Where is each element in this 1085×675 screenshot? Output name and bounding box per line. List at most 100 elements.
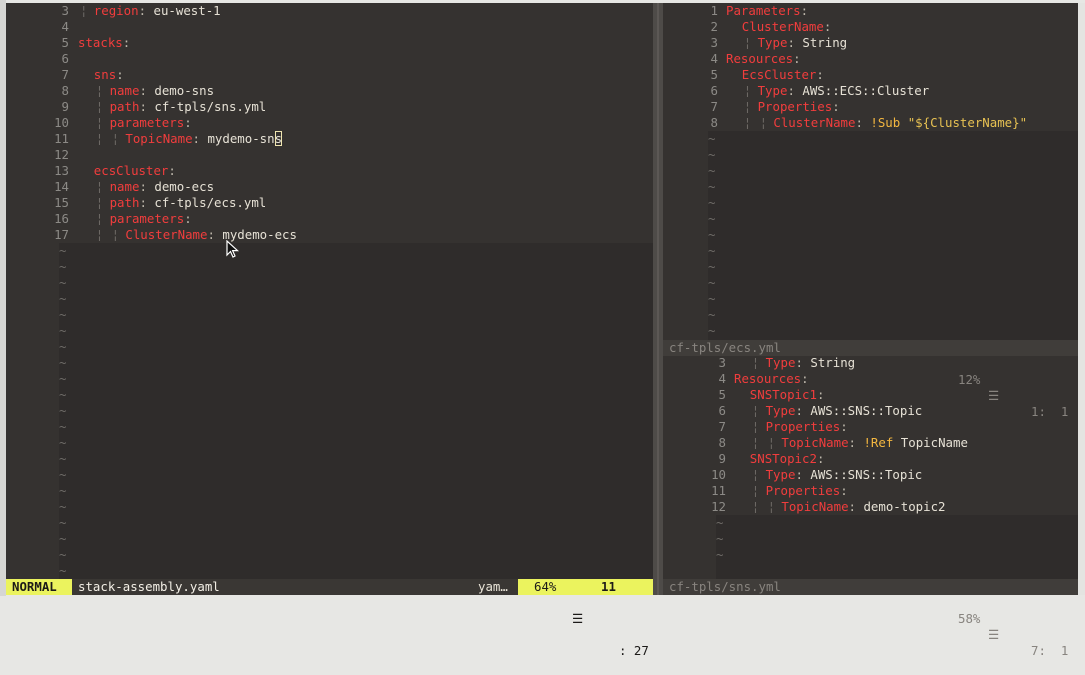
line-number: 7 <box>61 67 69 82</box>
indent-guide: ¦ <box>95 131 104 146</box>
line-number: 2 <box>710 19 718 34</box>
indent-guide: ¦ <box>751 499 760 514</box>
editor-pane-sns[interactable]: 3 Type: String ¦ 4 Resources: 5 SNSTopic1: 6 Typ… <box>663 355 1078 579</box>
empty-line-marker: ~ <box>708 211 716 226</box>
empty-line-marker: ~ <box>59 403 67 418</box>
code-line[interactable]: 4 <box>6 19 653 35</box>
terminal-window: 3 region: eu-west-1 ¦ 4 5 stacks: 6 7 sns: 8 name:… <box>0 0 1085 658</box>
indent-guide: ¦ <box>767 499 776 514</box>
status-percent: 64% <box>534 579 557 594</box>
code-line[interactable]: 3 Type: String ¦ <box>663 355 1078 371</box>
empty-line-marker: ~ <box>59 515 67 530</box>
empty-line-marker: ~ <box>59 419 67 434</box>
code-line[interactable]: 10 parameters: ¦ <box>6 115 653 131</box>
indent-guide: ¦ <box>767 435 776 450</box>
code-text: region: eu-west-1 <box>93 3 221 18</box>
line-number: 4 <box>710 51 718 66</box>
code-line[interactable]: 9 SNSTopic2: <box>663 451 1078 467</box>
code-text: ecsCluster: <box>93 163 176 178</box>
empty-line-marker: ~ <box>708 243 716 258</box>
editor-pane-ecs[interactable]: 1 Parameters: 2 ClusterName: 3 Type: String ¦ 4… <box>663 3 1078 340</box>
line-number: 10 <box>711 467 726 482</box>
line-number: 7 <box>710 99 718 114</box>
empty-line-marker: ~ <box>59 563 67 578</box>
code-text: name: demo-sns <box>109 83 215 98</box>
line-number: 3 <box>61 3 69 18</box>
empty-line-marker: ~ <box>59 339 67 354</box>
empty-line-marker: ~ <box>708 147 716 162</box>
code-line[interactable]: 10 Type: AWS::SNS::Topic ¦ <box>663 467 1078 483</box>
code-line[interactable]: 4 Resources: <box>663 371 1078 387</box>
line-number: 9 <box>61 99 69 114</box>
vertical-split-separator[interactable] <box>653 3 663 595</box>
code-line[interactable]: 7 sns: <box>6 67 653 83</box>
code-line[interactable]: 5 SNSTopic1: <box>663 387 1078 403</box>
code-line[interactable]: 9 path: cf-tpls/sns.yml ¦ <box>6 99 653 115</box>
indent-guide: ¦ <box>751 355 760 370</box>
code-line[interactable]: 3 region: eu-west-1 ¦ <box>6 3 653 19</box>
empty-line-marker: ~ <box>708 275 716 290</box>
indent-guide: ¦ <box>751 419 760 434</box>
line-number: 12 <box>711 499 726 514</box>
indent-guide: ¦ <box>95 179 104 194</box>
empty-line-marker: ~ <box>59 323 67 338</box>
status-line-ecs[interactable]: cf-tpls/ecs.yml 12% ☰ 1: 1 <box>663 340 1078 419</box>
code-line[interactable]: 13 ecsCluster: <box>6 163 653 179</box>
status-filename: cf-tpls/ecs.yml <box>669 340 781 355</box>
empty-line-marker: ~ <box>708 163 716 178</box>
code-text: Resources: <box>734 371 809 386</box>
code-line[interactable]: 12 TopicName: demo-topic2 ¦ ¦ <box>663 499 1078 515</box>
editor-pane-stack-assembly[interactable]: 3 region: eu-west-1 ¦ 4 5 stacks: 6 7 sns: 8 name:… <box>6 3 653 579</box>
status-line-sns[interactable]: cf-tpls/sns.yml 58% ☰ 7: 1 <box>663 579 1078 658</box>
empty-line-marker: ~ <box>708 259 716 274</box>
code-text: path: cf-tpls/ecs.yml <box>109 195 267 210</box>
code-text: ClusterName: mydemo-ecs <box>125 227 297 242</box>
empty-line-marker: ~ <box>716 547 724 562</box>
code-line[interactable]: 6 <box>6 51 653 67</box>
code-line[interactable]: 6 Type: AWS::SNS::Topic ¦ <box>663 403 1078 419</box>
code-line[interactable]: 14 name: demo-ecs ¦ <box>6 179 653 195</box>
empty-line-marker: ~ <box>59 355 67 370</box>
code-line[interactable]: 4 Resources: <box>663 51 1078 67</box>
code-line[interactable]: 2 ClusterName: <box>663 19 1078 35</box>
hamburger-icon: ☰ <box>988 388 1000 403</box>
code-line[interactable]: 8 TopicName: !Ref TopicName ¦ ¦ <box>663 435 1078 451</box>
code-line[interactable]: 11 Properties: ¦ <box>663 483 1078 499</box>
code-line[interactable]: 12 <box>6 147 653 163</box>
code-line[interactable]: 7 Properties: ¦ <box>663 419 1078 435</box>
code-line[interactable]: 17 ClusterName: mydemo-ecs ¦ ¦ <box>6 227 653 243</box>
empty-line-marker: ~ <box>59 547 67 562</box>
code-text: SNSTopic2: <box>749 451 825 466</box>
line-number: 11 <box>711 483 726 498</box>
indent-guide: ¦ <box>95 211 104 226</box>
hamburger-icon: ☰ <box>988 627 1000 642</box>
code-line[interactable]: 5 stacks: <box>6 35 653 51</box>
empty-line-marker: ~ <box>708 323 716 338</box>
code-line[interactable]: 7 Properties: ¦ <box>663 99 1078 115</box>
code-text: ClusterName: !Sub "${ClusterName}" <box>773 115 1028 130</box>
line-number: 9 <box>718 451 726 466</box>
indent-guide: ¦ <box>751 403 760 418</box>
code-line[interactable]: 8 name: demo-sns ¦ <box>6 83 653 99</box>
empty-line-marker: ~ <box>708 131 716 146</box>
code-line[interactable]: 1 Parameters: <box>663 3 1078 19</box>
code-line[interactable]: 8 ClusterName: !Sub "${ClusterName}" ¦ ¦ <box>663 115 1078 131</box>
line-number: 13 <box>54 163 69 178</box>
code-text: TopicName: demo-topic2 <box>781 499 946 514</box>
code-line[interactable]: 6 Type: AWS::ECS::Cluster ¦ <box>663 83 1078 99</box>
empty-line-marker: ~ <box>59 499 67 514</box>
status-line-active[interactable]: NORMAL stack-assembly.yaml yam… 64% ☰ 11… <box>6 579 653 658</box>
status-column: : 27 <box>619 643 649 658</box>
code-line[interactable]: 3 Type: String ¦ <box>663 35 1078 51</box>
code-line[interactable]: 11 TopicName: mydemo-sns ¦ ¦ <box>6 131 653 147</box>
code-line[interactable]: 15 path: cf-tpls/ecs.yml ¦ <box>6 195 653 211</box>
code-line[interactable]: 5 EcsCluster: <box>663 67 1078 83</box>
line-number: 5 <box>710 67 718 82</box>
indent-guide: ¦ <box>95 227 104 242</box>
code-line[interactable]: 16 parameters: ¦ <box>6 211 653 227</box>
indent-guide: ¦ <box>80 3 88 18</box>
code-text: Resources: <box>726 51 801 66</box>
line-number: 12 <box>54 147 69 162</box>
code-text: parameters: <box>109 115 192 130</box>
empty-line-marker: ~ <box>59 435 67 450</box>
